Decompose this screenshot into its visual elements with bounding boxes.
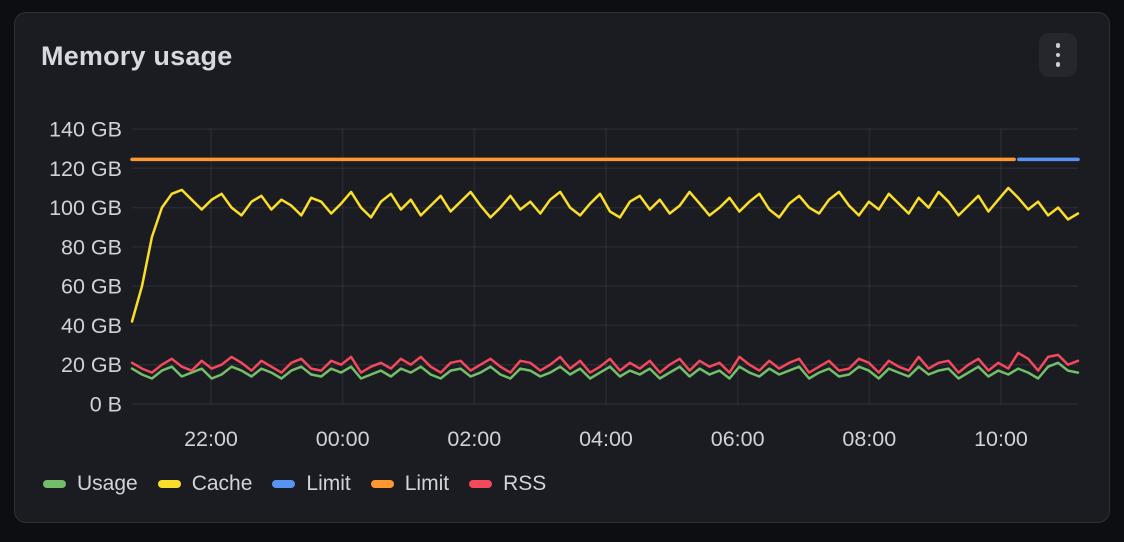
y-axis-tick-label: 100 GB (49, 196, 122, 220)
y-axis-tick-label: 140 GB (49, 118, 122, 142)
legend-item-limit[interactable]: Limit (371, 472, 449, 496)
x-axis-tick-label: 02:00 (447, 427, 501, 451)
x-axis-tick-label: 04:00 (579, 427, 633, 451)
legend-label: Cache (192, 472, 253, 496)
x-axis-tick-label: 22:00 (184, 427, 238, 451)
legend-swatch-icon (469, 480, 492, 488)
y-axis-tick-label: 40 GB (61, 314, 122, 338)
legend-label: Usage (77, 472, 138, 496)
legend-label: RSS (503, 472, 546, 496)
legend-label: Limit (405, 472, 449, 496)
legend-swatch-icon (371, 480, 394, 488)
x-axis-tick-label: 10:00 (974, 427, 1028, 451)
legend-label: Limit (306, 472, 350, 496)
legend-item-rss[interactable]: RSS (469, 472, 546, 496)
legend-swatch-icon (272, 480, 295, 488)
legend-item-usage[interactable]: Usage (43, 472, 138, 496)
memory-usage-chart-plot-area[interactable]: 0 B 20 GB 40 GB 60 GB 80 GB 100 GB 120 GB 140 G… (15, 13, 1111, 524)
y-axis-tick-label: 20 GB (61, 353, 122, 377)
legend-swatch-icon (43, 480, 66, 488)
legend-item-cache[interactable]: Cache (158, 472, 253, 496)
x-axis-tick-label: 08:00 (842, 427, 896, 451)
y-axis-tick-label: 80 GB (61, 235, 122, 259)
y-axis-tick-label: 0 B (90, 393, 122, 417)
y-axis-tick-label: 60 GB (61, 275, 122, 299)
x-axis-tick-label: 06:00 (711, 427, 765, 451)
y-axis-tick-label: 120 GB (49, 157, 122, 181)
x-axis-tick-label: 00:00 (316, 427, 370, 451)
chart-legend: Usage Cache Limit Limit RSS (43, 472, 546, 496)
legend-swatch-icon (158, 480, 181, 488)
legend-item-limit[interactable]: Limit (272, 472, 350, 496)
memory-usage-panel: Memory usage 0 B20 GB40 GB60 GB80 GB100 … (14, 12, 1110, 523)
